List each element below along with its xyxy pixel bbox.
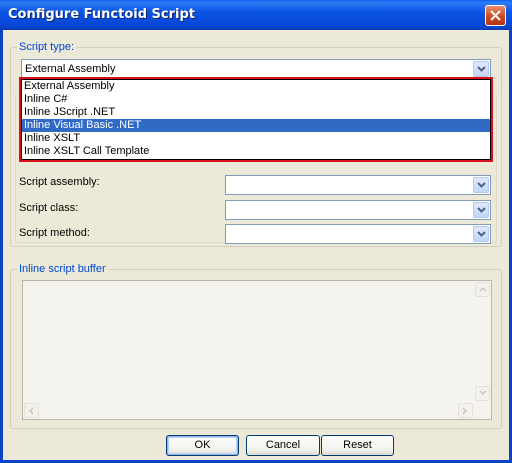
script-class-label: Script class: (19, 202, 79, 214)
option-inline-xslt-call-template[interactable]: Inline XSLT Call Template (22, 145, 490, 158)
script-class-dropdown-button[interactable] (473, 202, 489, 218)
option-inline-vb[interactable]: Inline Visual Basic .NET (22, 119, 490, 132)
dialog-body: Script type: External Assembly External … (3, 30, 509, 460)
cancel-button[interactable]: Cancel (246, 435, 320, 456)
close-icon (490, 10, 501, 21)
scroll-right-button[interactable] (458, 403, 473, 418)
vertical-scrollbar[interactable] (474, 281, 491, 402)
dialog-window: Configure Functoid Script Script type: E… (0, 0, 512, 463)
chevron-left-icon (28, 407, 34, 415)
chevron-up-icon (479, 286, 487, 292)
window-title: Configure Functoid Script (8, 7, 196, 22)
close-button[interactable] (485, 5, 506, 26)
title-bar[interactable]: Configure Functoid Script (0, 0, 512, 30)
script-method-combo[interactable] (225, 224, 491, 244)
scroll-down-button[interactable] (475, 386, 490, 401)
horizontal-scrollbar[interactable] (23, 402, 474, 419)
script-assembly-dropdown-button[interactable] (473, 177, 489, 193)
option-external-assembly[interactable]: External Assembly (22, 80, 490, 93)
option-inline-csharp[interactable]: Inline C# (22, 93, 490, 106)
script-assembly-combo[interactable] (225, 175, 491, 195)
inline-script-buffer-label: Inline script buffer (17, 263, 108, 275)
chevron-down-icon (479, 390, 487, 396)
script-type-value: External Assembly (25, 63, 116, 75)
script-type-combo[interactable]: External Assembly (21, 59, 491, 79)
script-method-label: Script method: (19, 227, 90, 239)
chevron-down-icon (477, 66, 486, 72)
script-type-dropdown-button[interactable] (473, 61, 489, 77)
chevron-down-icon (477, 182, 486, 188)
option-inline-xslt[interactable]: Inline XSLT (22, 132, 490, 145)
script-type-label: Script type: (17, 41, 77, 53)
ok-button[interactable]: OK (166, 435, 239, 456)
option-inline-jscript[interactable]: Inline JScript .NET (22, 106, 490, 119)
chevron-right-icon (462, 407, 468, 415)
scroll-up-button[interactable] (475, 282, 490, 297)
inline-script-textarea[interactable] (22, 280, 492, 420)
reset-button[interactable]: Reset (321, 435, 394, 456)
script-type-options-list[interactable]: External Assembly Inline C# Inline JScri… (21, 79, 491, 160)
script-method-dropdown-button[interactable] (473, 226, 489, 242)
script-assembly-label: Script assembly: (19, 176, 100, 188)
scroll-left-button[interactable] (24, 403, 39, 418)
script-class-combo[interactable] (225, 200, 491, 220)
chevron-down-icon (477, 207, 486, 213)
chevron-down-icon (477, 231, 486, 237)
